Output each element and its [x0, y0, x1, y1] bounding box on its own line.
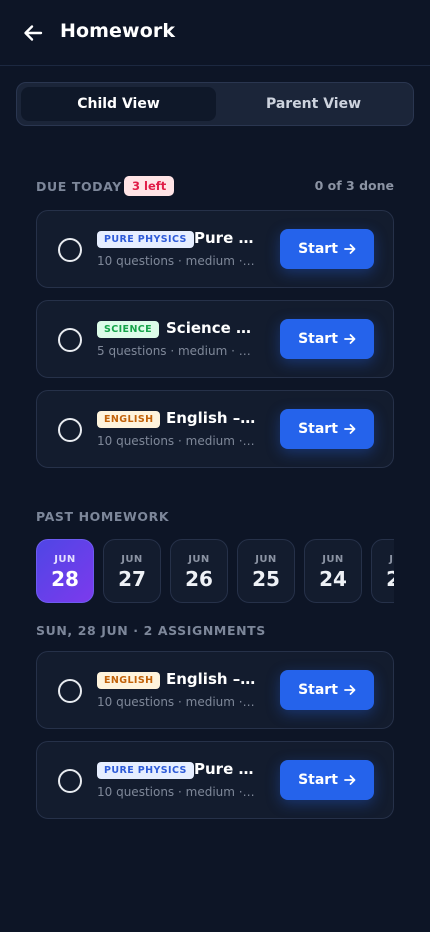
date-chip[interactable]: JUN 25 — [237, 539, 295, 603]
day-assignments-heading: SUN, 28 JUN · 2 ASSIGNMENTS — [36, 623, 266, 638]
start-button[interactable]: Start — [280, 319, 374, 359]
arrow-right-icon — [344, 775, 356, 785]
completion-checkbox[interactable] — [58, 769, 82, 793]
date-day: 24 — [319, 567, 347, 591]
date-month: JUN — [255, 554, 277, 565]
assignment-title: Pure P... — [194, 229, 256, 247]
date-month: JUN — [322, 554, 344, 565]
completion-checkbox[interactable] — [58, 418, 82, 442]
date-chip-selected[interactable]: JUN 28 — [36, 539, 94, 603]
date-month: JUN — [121, 554, 143, 565]
homework-card[interactable]: PURE PHYSICS Pure P... 10 questions · me… — [36, 741, 394, 819]
page-title: Homework — [60, 20, 176, 42]
date-chip[interactable]: JUN 27 — [103, 539, 161, 603]
assignment-meta: 10 questions · medium · MC... — [97, 434, 257, 448]
completion-checkbox[interactable] — [58, 679, 82, 703]
subject-tag: PURE PHYSICS — [97, 231, 194, 248]
start-label: Start — [298, 421, 338, 437]
start-label: Start — [298, 241, 338, 257]
date-day: 23 — [386, 567, 394, 591]
date-month: JUN — [188, 554, 210, 565]
date-day: 25 — [252, 567, 280, 591]
start-button[interactable]: Start — [280, 670, 374, 710]
remaining-badge: 3 left — [124, 176, 175, 196]
date-day: 28 — [51, 567, 79, 591]
homework-card[interactable]: PURE PHYSICS Pure P... 10 questions · me… — [36, 210, 394, 288]
date-month: JUN — [54, 554, 76, 565]
view-toggle: Child View Parent View — [16, 82, 414, 126]
homework-card[interactable]: ENGLISH English – ... 10 questions · med… — [36, 651, 394, 729]
date-chip[interactable]: JUN 26 — [170, 539, 228, 603]
start-label: Start — [298, 331, 338, 347]
subject-tag: ENGLISH — [97, 411, 161, 428]
arrow-right-icon — [344, 424, 356, 434]
assignment-meta: 5 questions · medium · MC... — [97, 344, 257, 358]
assignment-title: Pure P... — [194, 760, 256, 778]
subject-tag: PURE PHYSICS — [97, 762, 194, 779]
due-today-heading: DUE TODAY — [36, 179, 122, 194]
back-arrow-icon[interactable] — [22, 22, 44, 44]
start-label: Start — [298, 772, 338, 788]
date-chip[interactable]: JUN 23 — [371, 539, 394, 603]
progress-count: 0 of 3 done — [314, 178, 394, 193]
arrow-right-icon — [344, 244, 356, 254]
start-label: Start — [298, 682, 338, 698]
subject-tag: ENGLISH — [97, 672, 161, 689]
assignment-meta: 10 questions · medium · MC... — [97, 695, 257, 709]
assignment-title: Science – ... — [166, 319, 258, 337]
assignment-title: English – ... — [166, 670, 258, 688]
assignment-meta: 10 questions · medium · MC... — [97, 785, 257, 799]
date-day: 27 — [118, 567, 146, 591]
app-header: Homework — [0, 0, 430, 66]
tab-child-view[interactable]: Child View — [21, 87, 216, 121]
start-button[interactable]: Start — [280, 229, 374, 269]
past-homework-heading: PAST HOMEWORK — [36, 509, 170, 524]
date-month: JUN — [389, 554, 394, 565]
homework-card[interactable]: ENGLISH English – ... 10 questions · med… — [36, 390, 394, 468]
date-strip[interactable]: JUN 28 JUN 27 JUN 26 JUN 25 JUN 24 JUN 2… — [36, 539, 394, 603]
completion-checkbox[interactable] — [58, 238, 82, 262]
date-day: 26 — [185, 567, 213, 591]
assignment-meta: 10 questions · medium · MC... — [97, 254, 257, 268]
assignment-title: English – ... — [166, 409, 258, 427]
start-button[interactable]: Start — [280, 409, 374, 449]
completion-checkbox[interactable] — [58, 328, 82, 352]
arrow-right-icon — [344, 685, 356, 695]
arrow-right-icon — [344, 334, 356, 344]
tab-parent-view[interactable]: Parent View — [216, 87, 411, 121]
date-chip[interactable]: JUN 24 — [304, 539, 362, 603]
start-button[interactable]: Start — [280, 760, 374, 800]
subject-tag: SCIENCE — [97, 321, 160, 338]
homework-card[interactable]: SCIENCE Science – ... 5 questions · medi… — [36, 300, 394, 378]
